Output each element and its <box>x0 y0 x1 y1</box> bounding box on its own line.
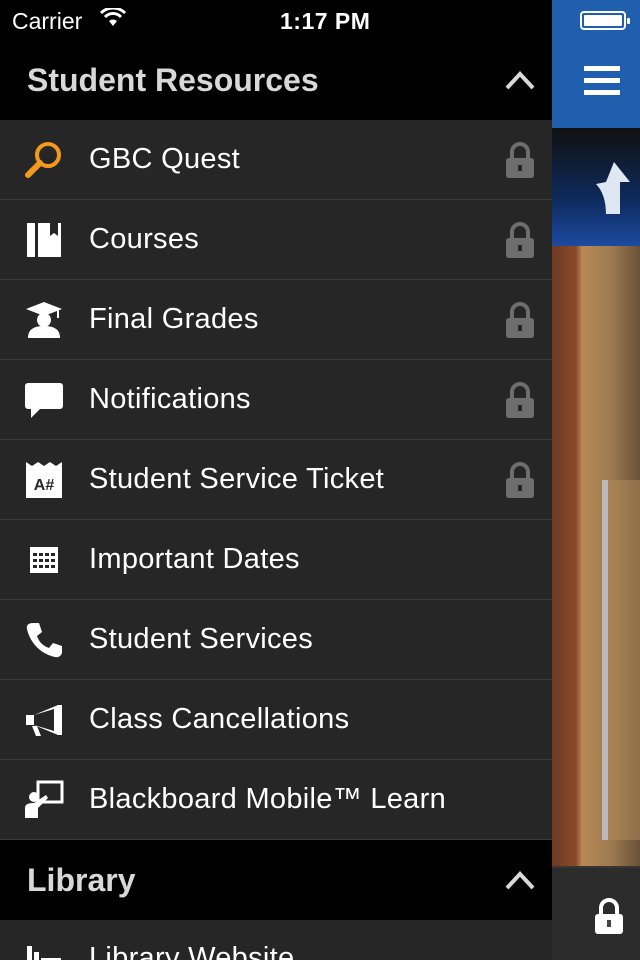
section-header-library[interactable]: Library <box>0 840 552 920</box>
menu-item-student-services[interactable]: Student Services <box>0 600 552 680</box>
graduate-icon <box>24 300 64 340</box>
menu-item-label: Final Grades <box>89 303 259 335</box>
lock-icon <box>506 142 534 178</box>
menu-item-label: Important Dates <box>89 543 300 575</box>
menu-item-notifications[interactable]: Notifications <box>0 360 552 440</box>
lock-icon <box>506 382 534 418</box>
carrier-label: Carrier <box>12 8 83 34</box>
status-bar: Carrier 1:17 PM <box>0 0 552 40</box>
up-arrow-icon <box>596 162 630 214</box>
menu-item-class-cancellations[interactable]: Class Cancellations <box>0 680 552 760</box>
presenter-icon <box>24 780 64 820</box>
svg-text:A#: A# <box>34 477 55 494</box>
section-title: Library <box>27 861 136 898</box>
wifi-icon <box>100 8 126 26</box>
library-icon <box>24 940 64 960</box>
lock-icon <box>506 222 534 258</box>
menu-item-label: GBC Quest <box>89 143 240 175</box>
chevron-up-icon[interactable] <box>504 66 536 94</box>
background-door-image <box>602 480 640 840</box>
navigation-drawer: Carrier 1:17 PM Student Resources GBC Qu… <box>0 0 552 960</box>
lock-icon <box>506 302 534 338</box>
library-menu: Library Website <box>0 920 552 960</box>
menu-item-blackboard-mobile-learn[interactable]: Blackboard Mobile™ Learn <box>0 760 552 840</box>
search-icon <box>24 140 64 180</box>
menu-item-label: Courses <box>89 223 200 255</box>
student-resources-menu: GBC Quest Courses Final Grades Notificat… <box>0 120 552 840</box>
megaphone-icon <box>24 700 64 740</box>
menu-item-student-service-ticket[interactable]: A# Student Service Ticket <box>0 440 552 520</box>
menu-item-label: Student Services <box>89 623 314 655</box>
phone-icon <box>24 620 64 660</box>
battery-icon <box>580 11 630 30</box>
lock-icon <box>506 462 534 498</box>
menu-item-label: Class Cancellations <box>89 703 350 735</box>
menu-item-label: Student Service Ticket <box>89 463 385 495</box>
book-icon <box>24 220 64 260</box>
menu-item-label: Library Website <box>89 942 295 960</box>
chevron-up-icon[interactable] <box>504 866 536 894</box>
ticket-icon: A# <box>24 460 64 500</box>
menu-item-label: Blackboard Mobile™ Learn <box>89 783 446 815</box>
menu-item-library-website[interactable]: Library Website <box>0 920 552 960</box>
hamburger-menu-icon[interactable] <box>584 66 620 96</box>
app-top-bar <box>552 0 640 128</box>
section-title: Student Resources <box>27 61 319 98</box>
calendar-icon <box>24 540 64 580</box>
background-app <box>552 0 640 960</box>
menu-item-final-grades[interactable]: Final Grades <box>0 280 552 360</box>
menu-item-courses[interactable]: Courses <box>0 200 552 280</box>
menu-item-important-dates[interactable]: Important Dates <box>0 520 552 600</box>
speech-bubble-icon <box>24 380 64 420</box>
status-time: 1:17 PM <box>280 8 371 34</box>
menu-item-label: Notifications <box>89 383 251 415</box>
menu-item-gbc-quest[interactable]: GBC Quest <box>0 120 552 200</box>
lock-icon <box>595 898 623 934</box>
section-header-student-resources[interactable]: Student Resources <box>0 40 552 120</box>
